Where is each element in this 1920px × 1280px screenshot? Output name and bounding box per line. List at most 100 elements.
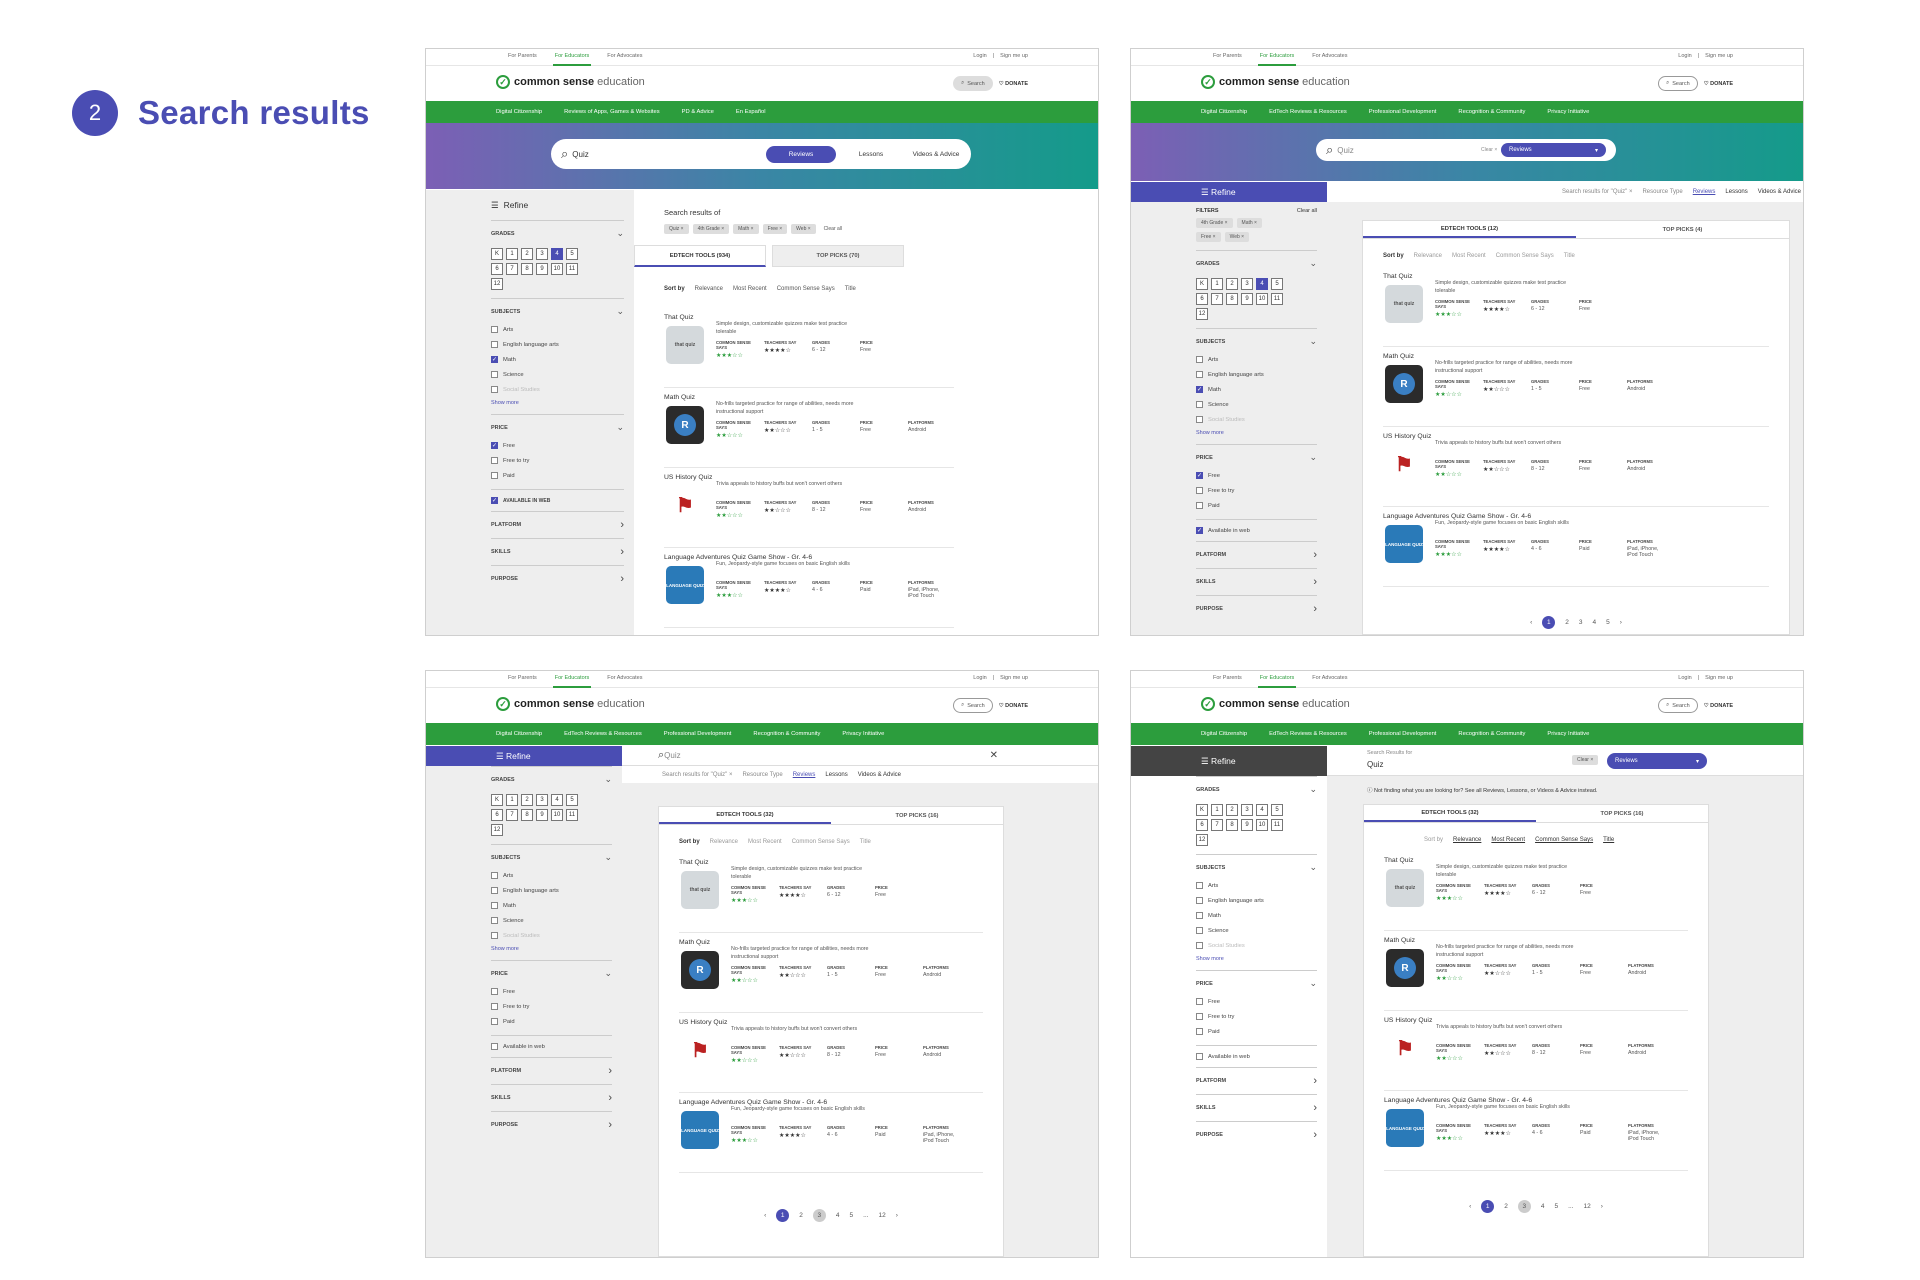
filter-chip[interactable]: Math ×: [1236, 218, 1262, 228]
page-number[interactable]: 5: [1606, 619, 1610, 626]
next-page-icon[interactable]: ›: [1601, 1203, 1603, 1210]
grade-cell[interactable]: 1: [1211, 278, 1223, 290]
grade-cell[interactable]: 10: [1256, 293, 1268, 305]
header-search-button[interactable]: ⌕ Search: [1658, 698, 1698, 713]
resource-type-select[interactable]: Reviews ▾: [1501, 143, 1606, 157]
result-item[interactable]: Math Quiz R No-frills targeted practice fo…: [679, 933, 983, 1013]
grade-cell[interactable]: 5: [566, 794, 578, 806]
price-section[interactable]: PRICE ⌄: [1196, 970, 1317, 994]
web-checkbox[interactable]: ✓ AVAILABLE IN WEB: [491, 489, 624, 511]
nav-item[interactable]: Professional Development: [664, 731, 732, 737]
grades-section[interactable]: GRADES ⌄: [1196, 776, 1317, 800]
grade-cell[interactable]: 12: [1196, 308, 1208, 320]
sort-option[interactable]: Common Sense Says: [777, 286, 835, 292]
tab-edtech-tools[interactable]: EDTECH TOOLS (32): [659, 807, 831, 824]
subject-checkbox[interactable]: Math: [491, 898, 612, 913]
audience-link[interactable]: For Educators: [1257, 49, 1297, 66]
nav-item[interactable]: Recognition & Community: [1458, 109, 1525, 115]
page-number[interactable]: 5: [849, 1212, 853, 1219]
purpose-section[interactable]: PURPOSE ›: [491, 565, 624, 592]
grade-cell[interactable]: 6: [491, 263, 503, 275]
sort-option[interactable]: Title: [1564, 253, 1575, 259]
price-section[interactable]: PRICE ⌄: [491, 960, 612, 984]
price-checkbox[interactable]: Free: [491, 984, 612, 999]
filter-chip[interactable]: Quiz ×: [664, 224, 689, 234]
sort-option[interactable]: Common Sense Says: [1496, 253, 1554, 259]
resource-tab[interactable]: Reviews: [1693, 189, 1716, 195]
filter-chip[interactable]: Free ×: [1196, 232, 1221, 242]
grade-cell[interactable]: 2: [1226, 804, 1238, 816]
grade-cell[interactable]: 1: [506, 248, 518, 260]
show-more-link[interactable]: Show more: [491, 400, 624, 406]
price-section[interactable]: PRICE ⌄: [1196, 444, 1317, 468]
subject-checkbox[interactable]: Arts: [491, 868, 612, 883]
resource-tab[interactable]: Reviews: [793, 772, 816, 778]
sort-option[interactable]: Most Recent: [1491, 837, 1525, 843]
search-input[interactable]: Quiz: [572, 150, 588, 159]
grade-cell[interactable]: 11: [566, 809, 578, 821]
grade-cell[interactable]: 4: [551, 248, 563, 260]
show-more-link[interactable]: Show more: [491, 946, 612, 952]
nav-item[interactable]: En Español: [736, 109, 766, 115]
nav-item[interactable]: EdTech Reviews & Resources: [564, 731, 642, 737]
result-title[interactable]: US History Quiz: [664, 474, 712, 481]
page-number[interactable]: 2: [799, 1212, 803, 1219]
filter-chip[interactable]: Web ×: [791, 224, 816, 234]
grade-cell[interactable]: K: [491, 794, 503, 806]
grade-cell[interactable]: 4: [1256, 804, 1268, 816]
resource-type-select[interactable]: Reviews ▾: [1607, 753, 1707, 769]
sort-option[interactable]: Relevance: [1414, 253, 1442, 259]
subject-checkbox[interactable]: ✓ Math: [491, 352, 624, 367]
header-search-button[interactable]: ⌕ Search: [1658, 76, 1698, 91]
grade-cell[interactable]: 10: [551, 263, 563, 275]
grade-cell[interactable]: 9: [1241, 819, 1253, 831]
result-title[interactable]: That Quiz: [1383, 273, 1412, 280]
platform-section[interactable]: PLATFORM ›: [1196, 1067, 1317, 1094]
audience-link[interactable]: For Advocates: [1310, 671, 1349, 688]
clear-all-link[interactable]: Clear all: [820, 224, 846, 234]
audience-link[interactable]: For Parents: [506, 671, 539, 688]
price-checkbox[interactable]: Free to try: [491, 999, 612, 1014]
audience-link[interactable]: For Parents: [1211, 49, 1244, 66]
nav-item[interactable]: EdTech Reviews & Resources: [1269, 109, 1347, 115]
resource-tab[interactable]: Lessons: [825, 772, 847, 778]
page-number[interactable]: 3: [1517, 1200, 1531, 1213]
resource-tab[interactable]: Lessons: [1725, 189, 1747, 195]
close-icon[interactable]: ✕: [990, 750, 998, 761]
grade-cell[interactable]: 11: [1271, 819, 1283, 831]
nav-item[interactable]: Digital Citizenship: [496, 731, 542, 737]
page-number[interactable]: 3: [1579, 619, 1583, 626]
price-checkbox[interactable]: Paid: [491, 468, 624, 483]
subject-checkbox[interactable]: Math: [1196, 908, 1317, 923]
nav-item[interactable]: Digital Citizenship: [496, 109, 542, 115]
result-title[interactable]: That Quiz: [664, 314, 693, 321]
grade-cell[interactable]: 12: [491, 824, 503, 836]
grade-cell[interactable]: K: [1196, 278, 1208, 290]
sort-option[interactable]: Title: [1603, 837, 1614, 843]
price-checkbox[interactable]: ✓ Free: [491, 438, 624, 453]
login-link[interactable]: Login: [1678, 671, 1691, 686]
show-more-link[interactable]: Show more: [1196, 956, 1317, 962]
grade-cell[interactable]: 6: [491, 809, 503, 821]
result-title[interactable]: Math Quiz: [1384, 937, 1415, 944]
subjects-section[interactable]: SUBJECTS ⌄: [491, 298, 624, 322]
grade-cell[interactable]: K: [491, 248, 503, 260]
price-checkbox[interactable]: Free to try: [1196, 483, 1317, 498]
grade-cell[interactable]: 6: [1196, 293, 1208, 305]
result-item[interactable]: That Quiz that quiz Simple design, customi…: [1383, 267, 1769, 347]
sort-option[interactable]: Most Recent: [1452, 253, 1486, 259]
grade-cell[interactable]: 8: [1226, 819, 1238, 831]
web-checkbox[interactable]: Available in web: [1196, 1045, 1317, 1067]
login-link[interactable]: Login: [973, 49, 986, 64]
grade-cell[interactable]: 5: [1271, 278, 1283, 290]
donate-link[interactable]: ♡ DONATE: [999, 81, 1028, 87]
result-item[interactable]: Math Quiz R No-frills targeted practice fo…: [1384, 931, 1688, 1011]
page-number[interactable]: 2: [1565, 619, 1569, 626]
purpose-section[interactable]: PURPOSE ›: [1196, 1121, 1317, 1148]
subject-checkbox[interactable]: Science: [1196, 923, 1317, 938]
subject-checkbox[interactable]: English language arts: [491, 337, 624, 352]
filter-chip[interactable]: Free ×: [762, 224, 788, 234]
search-tab[interactable]: Lessons: [841, 146, 901, 163]
web-checkbox[interactable]: ✓ Available in web: [1196, 519, 1317, 541]
page-number[interactable]: ...: [863, 1212, 868, 1219]
